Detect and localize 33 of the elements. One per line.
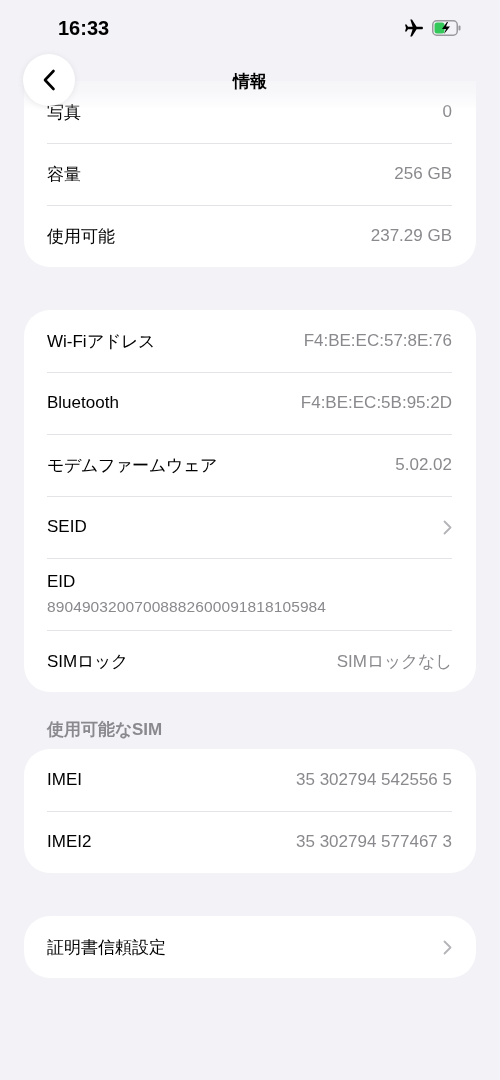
section-header: 使用可能なSIM: [46, 719, 164, 741]
row-value: 237.29 GB: [370, 226, 452, 246]
row-label: 容量: [47, 163, 81, 186]
row-label: 使用可能: [47, 225, 115, 248]
back-button[interactable]: [23, 54, 75, 106]
row-label: IMEI2: [47, 832, 92, 852]
row-value: F4:BE:EC:5B:95:2D: [300, 393, 452, 413]
row-value: 5.02.02: [395, 455, 452, 475]
row-value: 35 302794 542556 5: [296, 770, 452, 790]
chevron-icon: [443, 939, 452, 955]
row-label: 証明書信頼設定: [47, 936, 166, 959]
row-value: 35 302794 577467 3: [296, 832, 452, 852]
battery-icon: [432, 20, 462, 36]
settings-row[interactable]: SEID: [24, 496, 476, 558]
row-value: SIMロックなし: [336, 650, 452, 673]
row-label: モデムファームウェア: [47, 454, 217, 477]
row-value: F4:BE:EC:57:8E:76: [303, 331, 452, 351]
row-value: 256 GB: [394, 164, 452, 184]
row-label: EID: [47, 572, 77, 592]
row-label: IMEI: [47, 770, 82, 790]
chevron-icon: [443, 519, 452, 535]
row-label: Wi-Fiアドレス: [47, 330, 155, 353]
airplane-icon: [404, 19, 424, 37]
row-label: Bluetooth: [47, 393, 119, 413]
status-time: 16:33: [58, 17, 110, 40]
back-icon: [42, 69, 56, 91]
settings-row[interactable]: 証明書信頼設定: [24, 916, 476, 978]
row-value: 89049032007008882600091818105984: [47, 598, 328, 616]
row-label: SIMロック: [47, 650, 129, 673]
nav-title: 情報: [233, 71, 267, 93]
row-label: SEID: [47, 517, 87, 537]
row-label: 写真: [47, 101, 81, 124]
row-value: 0: [442, 102, 452, 122]
